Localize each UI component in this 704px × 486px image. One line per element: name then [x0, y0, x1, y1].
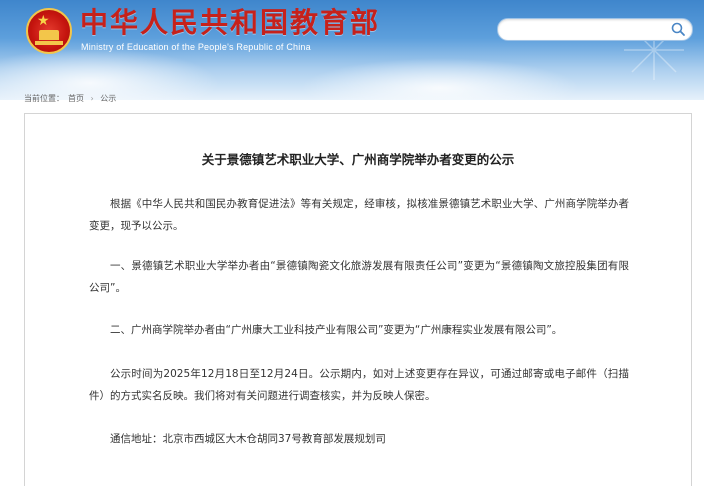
article-paragraph: 根据《中华人民共和国民办教育促进法》等有关规定，经审核，拟核准景德镇艺术职业大学…	[89, 198, 629, 232]
site-title-english: Ministry of Education of the People's Re…	[81, 42, 311, 52]
snowflake-decoration-icon	[624, 20, 684, 80]
search-input[interactable]	[508, 21, 672, 39]
breadcrumb-home-link[interactable]: 首页	[68, 94, 84, 103]
article-title: 关于景德镇艺术职业大学、广州商学院举办者变更的公示	[201, 152, 515, 167]
search-box	[497, 18, 693, 41]
article-paragraph: 通信地址：北京市西城区大木仓胡同37号教育部发展规划司	[110, 433, 386, 445]
site-title-chinese[interactable]: 中华人民共和国教育部	[80, 6, 380, 40]
national-emblem-logo[interactable]: ★	[26, 8, 72, 54]
article-paragraph: 一、景德镇艺术职业大学举办者由“景德镇陶瓷文化旅游发展有限责任公司”变更为“景德…	[89, 260, 629, 294]
article-paragraph: 二、广州商学院举办者由“广州康大工业科技产业有限公司”变更为“广州康程实业发展有…	[110, 324, 563, 336]
article-paragraph: 公示时间为2025年12月18日至12月24日。公示期内，如对上述变更存在异议，…	[89, 368, 629, 402]
site-header: ★ 中华人民共和国教育部 Ministry of Education of th…	[0, 0, 704, 100]
article-panel: 关于景德镇艺术职业大学、广州商学院举办者变更的公示 根据《中华人民共和国民办教育…	[24, 113, 692, 486]
breadcrumb-prefix: 当前位置：	[24, 94, 64, 103]
breadcrumb: 当前位置： 首页 › 公示	[24, 93, 120, 105]
breadcrumb-current[interactable]: 公示	[100, 94, 116, 103]
search-icon[interactable]	[670, 21, 686, 37]
breadcrumb-separator: ›	[90, 94, 94, 103]
